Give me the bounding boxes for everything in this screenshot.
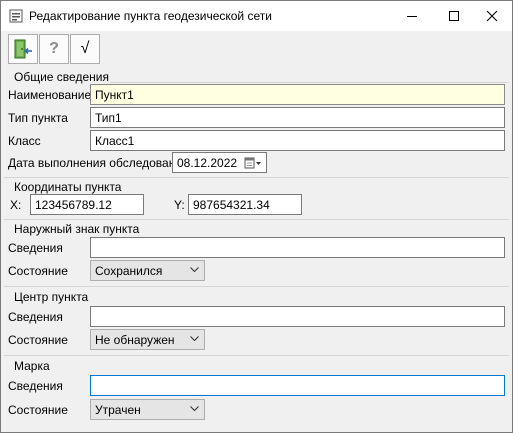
name-label: Наименование: [8, 88, 92, 102]
mark-state-select[interactable]: Утрачен: [90, 399, 205, 420]
center-state-value: Не обнаружен: [95, 333, 175, 347]
mark-state-label: Состояние: [8, 403, 68, 417]
maximize-icon: [449, 11, 459, 21]
center-top-separator: [4, 286, 509, 287]
center-section-title: Центр пункта: [14, 290, 89, 304]
help-button[interactable]: ?: [39, 34, 69, 64]
general-section-title: Общие сведения: [14, 70, 109, 84]
title-bar: Редактирование пункта геодезической сети: [1, 1, 512, 31]
date-picker[interactable]: 08.12.2022: [172, 152, 267, 173]
date-value: 08.12.2022: [177, 156, 238, 170]
ok-button[interactable]: √: [70, 34, 100, 64]
help-icon: ?: [49, 40, 59, 57]
exit-button[interactable]: [8, 34, 38, 64]
center-state-select[interactable]: Не обнаружен: [90, 329, 205, 350]
class-label: Класс: [8, 134, 41, 148]
mark-info-label: Сведения: [8, 379, 63, 393]
outer-sign-state-label: Состояние: [8, 264, 68, 278]
coords-section-title: Координаты пункта: [14, 180, 122, 194]
y-label: Y:: [174, 198, 185, 212]
check-icon: √: [80, 40, 90, 57]
center-info-label: Сведения: [8, 310, 63, 324]
close-button[interactable]: [472, 1, 512, 31]
mark-section-title: Марка: [14, 359, 50, 373]
mark-info-field[interactable]: [90, 375, 505, 396]
outer-sign-top-separator: [4, 219, 509, 220]
mark-top-separator: [4, 355, 509, 356]
minimize-button[interactable]: [392, 1, 432, 31]
dialog-window: Редактирование пункта геодезической сети: [0, 0, 513, 433]
outer-sign-state-value: Сохранился: [95, 264, 163, 278]
maximize-button[interactable]: [434, 1, 474, 31]
outer-sign-state-select[interactable]: Сохранился: [90, 260, 205, 281]
exit-door-icon: [14, 39, 32, 59]
date-label: Дата выполнения обследования: [8, 156, 189, 170]
outer-sign-section-title: Наружный знак пункта: [14, 222, 140, 236]
chevron-down-icon: [190, 336, 199, 342]
x-label: X:: [10, 198, 22, 212]
toolbar: ? √: [1, 31, 512, 67]
name-field[interactable]: Пункт1: [90, 84, 505, 105]
mark-state-value: Утрачен: [95, 403, 141, 417]
type-label: Тип пункта: [8, 111, 68, 125]
outer-sign-info-field[interactable]: [90, 237, 505, 258]
x-coordinate-field[interactable]: 123456789.12: [30, 194, 144, 215]
coords-top-separator: [4, 177, 509, 178]
form-content: Общие сведения Наименование Пункт1 Тип п…: [2, 67, 511, 429]
outer-sign-info-label: Сведения: [8, 241, 63, 255]
chevron-down-icon: [190, 267, 199, 273]
minimize-icon: [407, 16, 417, 17]
center-info-field[interactable]: [90, 306, 505, 327]
type-field[interactable]: Тип1: [90, 107, 505, 128]
app-icon: [9, 9, 23, 23]
calendar-dropdown-icon[interactable]: [244, 156, 262, 170]
y-coordinate-field[interactable]: 987654321.34: [188, 194, 302, 215]
chevron-down-icon: [190, 406, 199, 412]
class-field[interactable]: Класс1: [90, 130, 505, 151]
general-separator: [110, 82, 509, 83]
close-icon: [486, 10, 498, 22]
window-title: Редактирование пункта геодезической сети: [29, 9, 272, 23]
center-state-label: Состояние: [8, 333, 68, 347]
